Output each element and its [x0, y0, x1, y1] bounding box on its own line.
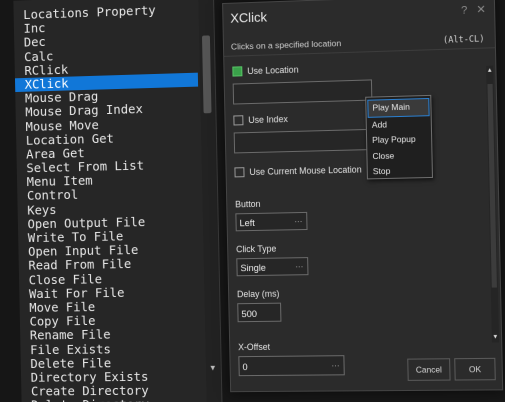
index-input[interactable]	[234, 129, 374, 154]
menu-item-close[interactable]: Close	[367, 147, 431, 164]
dialog-hotkey: (Alt-CL)	[443, 33, 485, 45]
delay-input[interactable]: 500	[237, 303, 281, 323]
use-current-mouse-location-label: Use Current Mouse Location	[249, 164, 361, 177]
menu-item-add[interactable]: Add	[367, 116, 431, 133]
button-select-value: Left	[239, 218, 254, 228]
command-list-item[interactable]: Delete Directory	[22, 398, 205, 402]
use-location-checkbox[interactable]	[232, 66, 242, 76]
cancel-button[interactable]: Cancel	[407, 358, 450, 381]
use-index-label: Use Index	[248, 114, 288, 125]
dialog-description: Clicks on a specified location	[231, 38, 341, 52]
command-list[interactable]: Locations Property Inc Dec Calc RClick XClick…	[14, 2, 205, 402]
xclick-dialog: XClick ? ✕ Clicks on a specified locatio…	[222, 0, 503, 392]
menu-item-stop[interactable]: Stop	[368, 163, 432, 180]
use-location-option[interactable]: Use Location	[232, 65, 298, 77]
dropdown-icon[interactable]: ···	[295, 258, 303, 276]
scroll-down-icon[interactable]: ▼	[492, 334, 499, 340]
x-offset-value: 0	[242, 362, 247, 372]
command-list-panel: Locations Property Inc Dec Calc RClick XClick…	[13, 0, 222, 402]
button-label: Button	[235, 199, 260, 210]
dialog-content: Use Location Use Index Use Current Mouse…	[232, 54, 491, 352]
menu-item-play-main[interactable]: Play Main	[367, 98, 429, 118]
command-list-scroll-thumb[interactable]	[202, 35, 212, 113]
click-type-label: Click Type	[236, 244, 276, 255]
close-icon[interactable]: ✕	[476, 3, 486, 17]
spinner-icon[interactable]: ···	[331, 356, 339, 376]
help-icon[interactable]: ?	[461, 4, 468, 16]
scroll-down-icon[interactable]: ▼	[209, 363, 217, 372]
click-type-select[interactable]: Single ···	[236, 257, 308, 276]
use-location-label: Use Location	[247, 65, 298, 77]
tilted-view: Locations Property Inc Dec Calc RClick XClick…	[2, 0, 505, 402]
location-input[interactable]	[233, 79, 373, 104]
context-menu: Play Main Add Play Popup Close Stop	[365, 95, 433, 180]
menu-item-play-popup[interactable]: Play Popup	[367, 132, 431, 149]
button-select[interactable]: Left ···	[235, 212, 307, 231]
use-current-mouse-location-checkbox[interactable]	[234, 167, 244, 177]
use-index-checkbox[interactable]	[233, 115, 243, 125]
dialog-title: XClick	[230, 9, 267, 25]
delay-label: Delay (ms)	[237, 289, 280, 300]
use-current-mouse-location-option[interactable]: Use Current Mouse Location	[234, 164, 361, 177]
x-offset-label: X-Offset	[238, 342, 270, 351]
screen: Locations Property Inc Dec Calc RClick XClick…	[0, 0, 505, 402]
ok-button[interactable]: OK	[454, 358, 496, 381]
x-offset-input[interactable]: 0 ···	[238, 355, 344, 376]
dropdown-icon[interactable]: ···	[294, 213, 302, 231]
use-index-option[interactable]: Use Index	[233, 114, 288, 125]
scroll-up-icon[interactable]: ▲	[486, 68, 493, 74]
click-type-select-value: Single	[240, 263, 266, 273]
